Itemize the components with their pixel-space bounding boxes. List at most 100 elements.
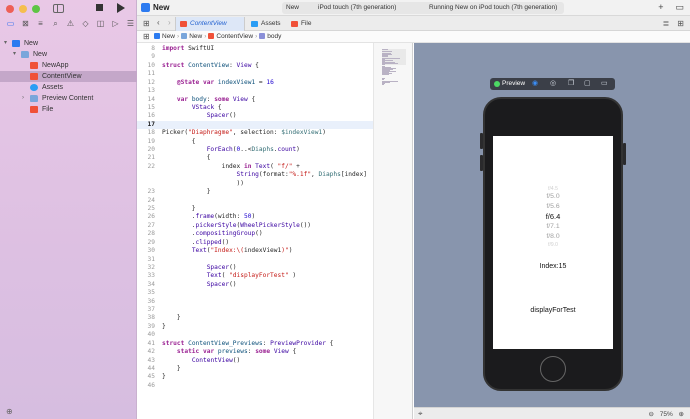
code-line[interactable]: 45} bbox=[137, 373, 373, 381]
code-line[interactable]: 9 bbox=[137, 53, 373, 61]
code-line[interactable]: 35 bbox=[137, 289, 373, 297]
navigator-item[interactable]: ContentView bbox=[0, 71, 137, 82]
code-text[interactable]: ForEach(0..<Diaphs.count) bbox=[162, 146, 300, 154]
code-text[interactable]: ContentView() bbox=[162, 357, 240, 365]
adjust-editor-icon[interactable]: ≣ bbox=[663, 19, 670, 28]
related-items-icon[interactable]: ⊞ bbox=[143, 19, 150, 28]
code-line[interactable]: 27 .pickerStyle(WheelPickerStyle()) bbox=[137, 222, 373, 230]
diaphragm-wheel-picker[interactable]: f/4.5 f/5.0 f/5.6 f/6.4 f/7.1 f/8.0 f/9.0 bbox=[493, 186, 613, 248]
report-navigator-icon[interactable]: ☰ bbox=[126, 20, 135, 28]
find-navigator-icon[interactable]: ⌕ bbox=[51, 20, 60, 28]
picker-item[interactable]: f/7.1 bbox=[493, 222, 613, 232]
navigator-item[interactable]: › Preview Content bbox=[0, 93, 137, 104]
navigator-item[interactable]: Assets bbox=[0, 82, 137, 93]
code-text[interactable]: Text( "displayForTest" ) bbox=[162, 272, 296, 280]
code-text[interactable]: } bbox=[162, 323, 166, 331]
zoom-in-icon[interactable]: ⊕ bbox=[679, 411, 684, 418]
code-line[interactable]: 13 bbox=[137, 87, 373, 95]
code-line[interactable]: 44 } bbox=[137, 365, 373, 373]
code-line[interactable]: 43 ContentView() bbox=[137, 357, 373, 365]
live-preview-icon[interactable]: ◉ bbox=[532, 78, 538, 90]
code-text[interactable]: )) bbox=[162, 180, 244, 188]
code-line[interactable]: String(format:"%.1f", Diaphs[index] bbox=[137, 171, 373, 179]
code-line[interactable]: 25 } bbox=[137, 205, 373, 213]
code-line[interactable]: 10 struct ContentView: View { bbox=[137, 62, 373, 70]
code-text[interactable]: .pickerStyle(WheelPickerStyle()) bbox=[162, 222, 311, 230]
code-text[interactable]: Spacer() bbox=[162, 112, 237, 120]
code-line[interactable]: 20 ForEach(0..<Diaphs.count) bbox=[137, 146, 373, 154]
chevron-down-icon[interactable]: ▾ bbox=[13, 49, 16, 60]
zoom-out-icon[interactable]: ⊖ bbox=[648, 411, 653, 418]
editor-tab[interactable]: Assets bbox=[247, 17, 285, 31]
code-line[interactable]: 42 static var previews: some View { bbox=[137, 348, 373, 356]
code-text[interactable]: index in Text( "f/" + bbox=[162, 163, 300, 171]
code-line[interactable]: 29 .clipped() bbox=[137, 239, 373, 247]
editor-tab[interactable]: File bbox=[287, 17, 317, 31]
picker-selected-item[interactable]: f/6.4 bbox=[493, 212, 613, 222]
close-window-button[interactable] bbox=[6, 5, 14, 13]
picker-item[interactable]: f/9.0 bbox=[493, 242, 613, 248]
code-text[interactable]: Picker("Diaphragme", selection: $indexVi… bbox=[162, 129, 326, 137]
code-text[interactable]: Spacer() bbox=[162, 264, 237, 272]
code-line[interactable]: 21 { bbox=[137, 154, 373, 162]
source-control-icon[interactable]: ⊠ bbox=[21, 20, 30, 28]
chevron-left-icon[interactable]: ‹ bbox=[157, 18, 160, 27]
navigator-item[interactable]: File bbox=[0, 104, 137, 115]
code-line[interactable]: 36 bbox=[137, 298, 373, 306]
breadcrumb-item[interactable]: New bbox=[154, 33, 175, 40]
chevron-right-icon[interactable]: › bbox=[168, 18, 171, 27]
preview-on-device-icon[interactable]: ▭ bbox=[601, 78, 608, 90]
navigator-item[interactable]: NewApp bbox=[0, 60, 137, 71]
code-line[interactable]: 14 var body: some View { bbox=[137, 96, 373, 104]
preview-label[interactable]: Preview bbox=[502, 78, 525, 90]
code-line[interactable]: 38 } bbox=[137, 314, 373, 322]
debug-navigator-icon[interactable]: ◫ bbox=[96, 20, 105, 28]
code-line[interactable]: 32 Spacer() bbox=[137, 264, 373, 272]
code-text[interactable]: .frame(width: 50) bbox=[162, 213, 255, 221]
device-settings-icon[interactable]: ▢ bbox=[584, 78, 591, 90]
minimize-window-button[interactable] bbox=[19, 5, 27, 13]
editor-tab[interactable]: ContentView bbox=[175, 17, 245, 31]
code-text[interactable]: .compositingGroup() bbox=[162, 230, 263, 238]
code-line[interactable]: 26 .frame(width: 50) bbox=[137, 213, 373, 221]
minimap[interactable] bbox=[373, 43, 413, 419]
code-line[interactable]: 17 bbox=[137, 120, 373, 130]
code-text[interactable]: .clipped() bbox=[162, 239, 229, 247]
code-text[interactable]: import SwiftUI bbox=[162, 45, 214, 53]
code-line[interactable]: 16 Spacer() bbox=[137, 112, 373, 120]
code-text[interactable]: } bbox=[162, 373, 166, 381]
chevron-down-icon[interactable]: ▾ bbox=[4, 38, 7, 49]
code-line[interactable]: 34 Spacer() bbox=[137, 281, 373, 289]
code-text[interactable]: String(format:"%.1f", Diaphs[index] bbox=[162, 171, 367, 179]
code-line[interactable]: 37 bbox=[137, 306, 373, 314]
code-text[interactable]: struct ContentView: View { bbox=[162, 62, 259, 70]
code-text[interactable]: VStack { bbox=[162, 104, 222, 112]
code-line[interactable]: 19 { bbox=[137, 138, 373, 146]
code-line[interactable]: 28 .compositingGroup() bbox=[137, 230, 373, 238]
grid-icon[interactable]: ⊞ bbox=[143, 32, 150, 41]
code-text[interactable]: { bbox=[162, 138, 196, 146]
device-screen[interactable]: f/4.5 f/5.0 f/5.6 f/6.4 f/7.1 f/8.0 f/9.0 Inde… bbox=[493, 136, 613, 349]
code-line[interactable]: 18 Picker("Diaphragme", selection: $index… bbox=[137, 129, 373, 137]
scheme-device[interactable]: iPod touch (7th generation) bbox=[318, 2, 396, 14]
run-button[interactable] bbox=[117, 3, 125, 13]
code-text[interactable]: @State var indexView1 = 16 bbox=[162, 79, 274, 87]
code-text[interactable]: { bbox=[162, 154, 211, 162]
code-line[interactable]: 12 @State var indexView1 = 16 bbox=[137, 79, 373, 87]
library-add-icon[interactable]: + bbox=[658, 2, 663, 13]
code-text[interactable]: Text("Index:\(indexView1)") bbox=[162, 247, 293, 255]
code-line[interactable]: 31 bbox=[137, 256, 373, 264]
issue-navigator-icon[interactable]: ⚠ bbox=[66, 20, 75, 28]
sidebar-toggle-icon[interactable] bbox=[53, 4, 64, 13]
code-text[interactable]: } bbox=[162, 188, 211, 196]
scheme-project[interactable]: New bbox=[286, 2, 299, 14]
code-line[interactable]: 30 Text("Index:\(indexView1)") bbox=[137, 247, 373, 255]
zoom-level[interactable]: 75% bbox=[660, 411, 673, 418]
code-line[interactable]: 8 import SwiftUI bbox=[137, 45, 373, 53]
code-text[interactable]: } bbox=[162, 314, 181, 322]
code-line[interactable]: 23 } bbox=[137, 188, 373, 196]
selectable-mode-icon[interactable]: ◎ bbox=[550, 78, 556, 90]
code-text[interactable]: } bbox=[162, 205, 196, 213]
code-line[interactable]: 33 Text( "displayForTest" ) bbox=[137, 272, 373, 280]
chevron-right-icon[interactable]: › bbox=[22, 93, 24, 104]
